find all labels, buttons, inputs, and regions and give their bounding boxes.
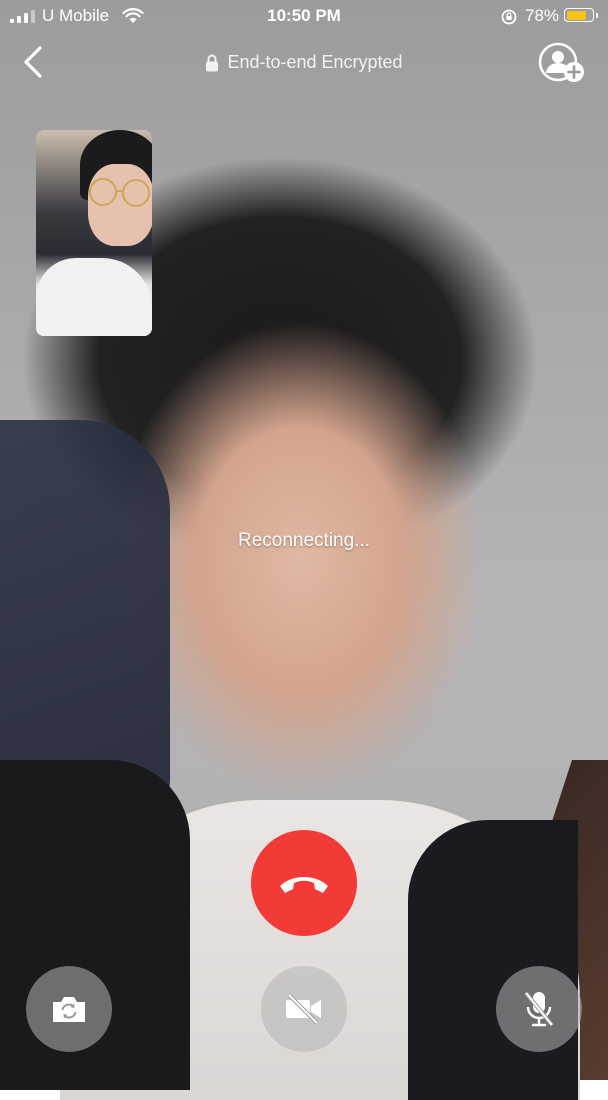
switch-camera-button[interactable] bbox=[26, 966, 112, 1052]
battery-percent: 78% bbox=[525, 6, 560, 25]
remote-video-jacket-right bbox=[408, 820, 578, 1100]
encryption-notice: End-to-end Encrypted bbox=[0, 52, 608, 73]
self-view-video[interactable] bbox=[36, 130, 152, 336]
call-status-text: Reconnecting... bbox=[237, 530, 371, 551]
orientation-lock-icon bbox=[501, 9, 517, 25]
toggle-video-button[interactable] bbox=[261, 966, 347, 1052]
add-participant-button[interactable] bbox=[536, 40, 588, 86]
video-off-icon bbox=[286, 993, 321, 1025]
mic-muted-icon bbox=[524, 991, 554, 1027]
switch-camera-icon bbox=[53, 997, 85, 1022]
encryption-label: End-to-end Encrypted bbox=[227, 52, 403, 72]
battery-icon bbox=[564, 8, 598, 22]
toggle-mic-button[interactable] bbox=[496, 966, 582, 1052]
hang-up-icon bbox=[280, 877, 328, 893]
status-bar: U Mobile 10:50 PM 78% bbox=[0, 0, 608, 34]
lock-icon bbox=[206, 54, 219, 71]
end-call-button[interactable] bbox=[251, 830, 357, 936]
